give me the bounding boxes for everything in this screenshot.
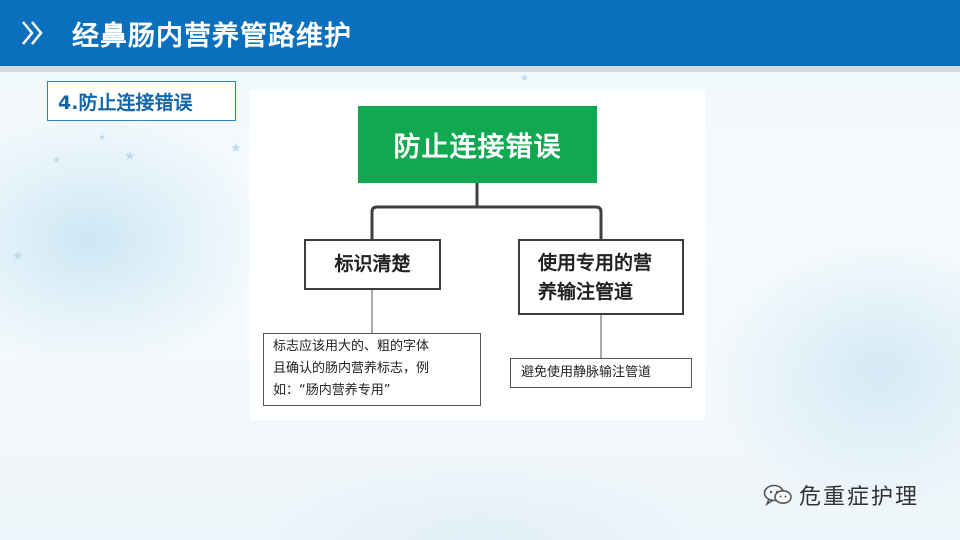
detail-line: 如：“肠内营养专用”: [273, 383, 391, 398]
branch-node-labeling: 标识清楚: [304, 239, 441, 290]
detail-line: 且确认的肠内营养标志，例: [273, 361, 430, 376]
connector-lines: [370, 183, 603, 358]
detail-line: 标志应该用大的、粗的字体: [273, 339, 430, 354]
branch-label: 标识清楚: [334, 253, 411, 275]
chat-bubbles-icon: [763, 484, 792, 507]
branch-label-line: 养输注管道: [538, 281, 634, 303]
watermark-text: 危重症护理: [799, 485, 920, 510]
detail-node-labeling: 标志应该用大的、粗的字体 且确认的肠内营养标志，例 如：“肠内营养专用”: [263, 333, 481, 406]
watermark: 危重症护理: [763, 479, 919, 511]
root-node: 防止连接错误: [358, 106, 597, 183]
detail-node-dedicated-tubing: 避免使用静脉输注管道: [510, 358, 692, 388]
root-connector: [370, 183, 603, 239]
branch-node-dedicated-tubing: 使用专用的营 养输注管道: [518, 239, 684, 315]
branch-label-line: 使用专用的营: [538, 252, 653, 274]
